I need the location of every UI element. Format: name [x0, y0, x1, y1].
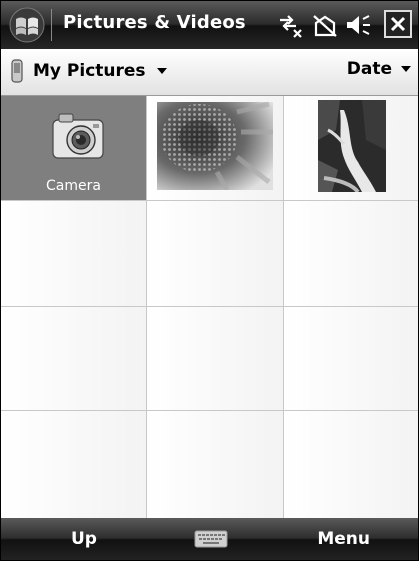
windows-start-icon[interactable]	[7, 7, 47, 43]
empty-tile	[284, 307, 418, 411]
up-softkey[interactable]: Up	[71, 529, 97, 549]
photo-thumbnail[interactable]	[147, 96, 284, 201]
title-separator	[51, 9, 52, 41]
sort-label: Date	[346, 59, 392, 79]
empty-tile	[147, 201, 284, 307]
flower-photo	[157, 102, 273, 190]
camera-tile[interactable]: Camera	[1, 96, 147, 201]
storage-icon	[11, 59, 23, 83]
empty-tile	[284, 411, 418, 518]
camera-label: Camera	[46, 178, 101, 194]
chevron-down-icon	[401, 66, 411, 72]
folder-label: My Pictures	[33, 61, 146, 81]
empty-tile	[1, 411, 147, 518]
empty-tile	[147, 307, 284, 411]
photo-thumbnail[interactable]	[284, 96, 418, 201]
chevron-down-icon	[156, 68, 167, 74]
device-screen: Pictures & Videos My Pictures Date Camer…	[0, 0, 419, 561]
keyboard-icon[interactable]	[194, 530, 228, 552]
folder-bar: My Pictures Date	[1, 49, 418, 96]
title-bar: Pictures & Videos	[1, 1, 418, 49]
empty-tile	[284, 201, 418, 307]
sort-dropdown[interactable]: Date	[347, 59, 412, 79]
app-title: Pictures & Videos	[63, 12, 246, 33]
empty-tile	[1, 201, 147, 307]
softkey-bar: Up Menu	[1, 518, 418, 560]
volume-icon[interactable]	[344, 11, 374, 39]
waterfall-photo	[318, 100, 386, 192]
phone-signal-off-icon[interactable]	[311, 11, 339, 39]
empty-tile	[147, 411, 284, 518]
thumbnail-grid: Camera	[1, 96, 418, 518]
menu-softkey[interactable]: Menu	[317, 529, 370, 549]
close-button[interactable]	[384, 10, 412, 38]
connectivity-icon[interactable]	[276, 11, 304, 39]
camera-icon	[52, 113, 104, 159]
folder-dropdown[interactable]: My Pictures	[11, 59, 168, 83]
close-icon	[390, 16, 406, 32]
empty-tile	[1, 307, 147, 411]
